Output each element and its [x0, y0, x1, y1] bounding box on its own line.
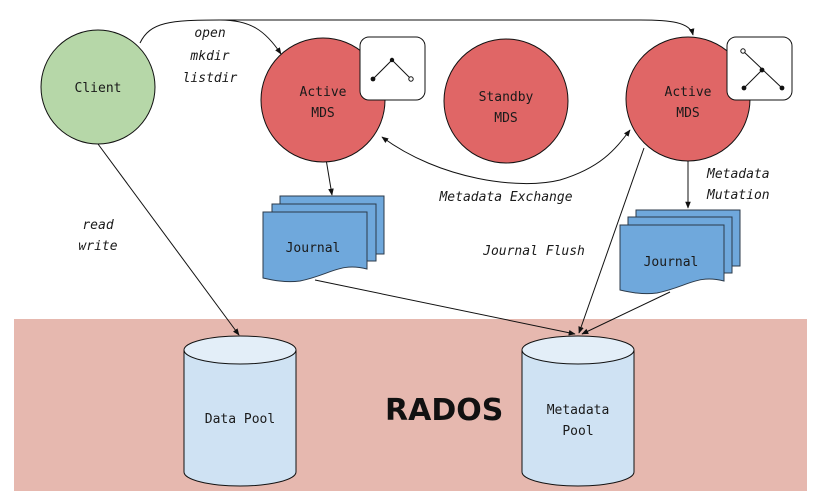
- data-pool-label: Data Pool: [205, 412, 275, 427]
- standby-mds-node: Standby MDS: [443, 38, 569, 164]
- journal-1-label: Journal: [286, 241, 341, 256]
- edge-label-journal-flush: Journal Flush: [482, 244, 585, 259]
- client-label: Client: [75, 81, 122, 96]
- active-mds-1-label-line1: Active: [300, 85, 347, 100]
- subtree-icon: [359, 36, 426, 101]
- edge-label-write: write: [78, 239, 117, 254]
- client-node: Client: [40, 29, 156, 145]
- edge-client-to-active-mds-2: [220, 19, 695, 36]
- client-ops-label: open mkdir listdir: [183, 26, 238, 86]
- data-pool: Data Pool: [183, 335, 297, 487]
- metadata-pool-label-line2: Pool: [562, 424, 593, 439]
- edge-label-listdir: listdir: [183, 71, 238, 86]
- edge-label-mkdir: mkdir: [189, 49, 229, 64]
- edge-label-metadata: Metadata: [706, 167, 770, 182]
- client-io-label: read write: [78, 218, 117, 254]
- active-mds-2-label-line2: MDS: [676, 106, 699, 121]
- metadata-pool-label-line1: Metadata: [547, 403, 610, 418]
- journal-1: Journal: [262, 195, 385, 283]
- standby-mds-label-line1: Standby: [479, 90, 534, 105]
- edge-label-mutation: Mutation: [706, 188, 770, 203]
- edge-label-metadata-exchange: Metadata Exchange: [438, 190, 572, 205]
- edge-active-mds-1-to-journal: [325, 158, 334, 196]
- subtree-icon: [726, 36, 793, 101]
- active-mds-1-label-line2: MDS: [311, 106, 334, 121]
- edge-label-open: open: [194, 26, 225, 41]
- journal-2: Journal: [619, 209, 741, 295]
- rados-label: RADOS: [385, 393, 503, 428]
- cephfs-diagram: RADOS Client Active MDS Standby MDS Acti…: [14, 19, 807, 491]
- standby-mds-label-line2: MDS: [494, 111, 517, 126]
- active-mds-2-label-line1: Active: [665, 85, 712, 100]
- edge-label-read: read: [82, 218, 113, 233]
- metadata-pool: Metadata Pool: [521, 335, 635, 487]
- journal-2-label: Journal: [644, 255, 699, 270]
- edge-client-to-data-pool: [97, 143, 240, 336]
- metadata-mutation-label: Metadata Mutation: [706, 167, 770, 203]
